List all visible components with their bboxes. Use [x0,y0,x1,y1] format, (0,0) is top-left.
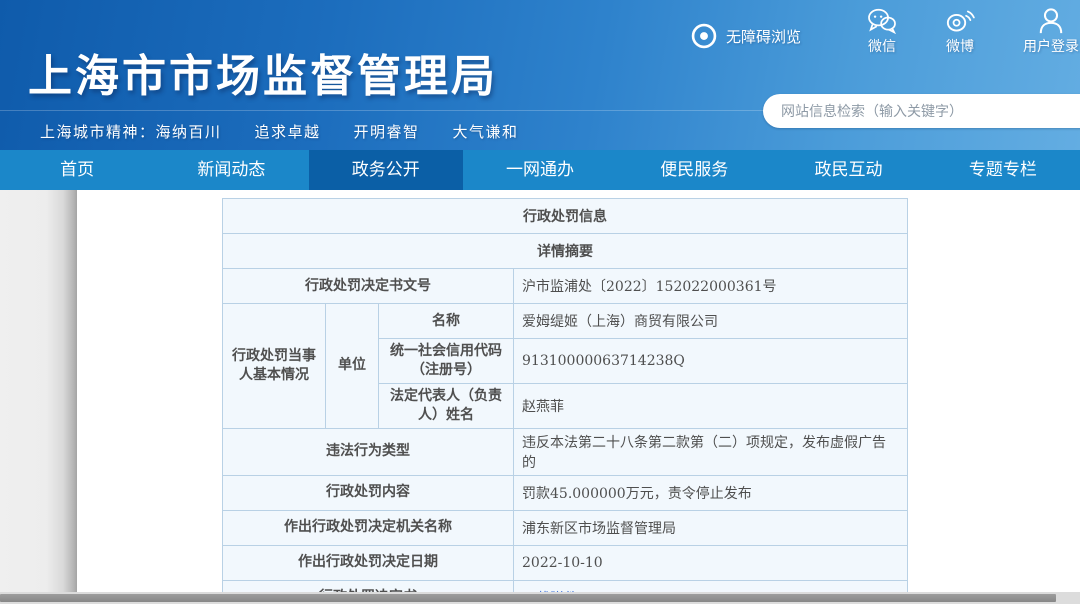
credit-code-label: 统一社会信用代码（注册号） [379,339,514,384]
decision-date-label: 作出行政处罚决定日期 [223,545,514,580]
credit-code-value: 91310000063714238Q [514,339,908,384]
city-spirit-slogan: 上海城市精神：海纳百川 追求卓越 开明睿智 大气谦和 [40,121,519,142]
table-row: 作出行政处罚决定日期 2022-10-10 [223,545,908,580]
slogan-band: 上海城市精神：海纳百川 追求卓越 开明睿智 大气谦和 [0,110,765,150]
party-name-value: 爱姆缇姬（上海）商贸有限公司 [514,304,908,339]
user-login-button[interactable]: 用户登录 [1023,6,1079,56]
utility-bar: 无障碍浏览 微信 [690,6,1080,60]
decision-date-value: 2022-10-10 [514,545,908,580]
nav-item-public-service[interactable]: 便民服务 [617,150,771,190]
violation-type-label: 违法行为类型 [223,428,514,475]
doc-no-value: 沪市监浦处〔2022〕152022000361号 [514,269,908,304]
table-row: 行政处罚当事人基本情况 单位 名称 爱姆缇姬（上海）商贸有限公司 [223,304,908,339]
main-nav: 首页 新闻动态 政务公开 一网通办 便民服务 政民互动 专题专栏 [0,150,1080,190]
site-search [763,94,1080,128]
table-row: 行政处罚决定书文号 沪市监浦处〔2022〕152022000361号 [223,269,908,304]
horizontal-scrollbar[interactable] [0,592,1080,604]
nav-item-gov-disclosure[interactable]: 政务公开 [309,150,463,190]
page: 上海市市场监督管理局 无障碍浏览 [0,0,1080,604]
party-info-label: 行政处罚当事人基本情况 [223,304,326,429]
user-login-label: 用户登录 [1023,36,1079,56]
wechat-label: 微信 [868,36,896,56]
content-area: 行政处罚信息 详情摘要 行政处罚决定书文号 沪市监浦处〔2022〕1520220… [0,190,1080,592]
penalty-content-label: 行政处罚内容 [223,475,514,510]
table-row: 作出行政处罚决定机关名称 浦东新区市场监督管理局 [223,510,908,545]
site-header: 上海市市场监督管理局 无障碍浏览 [0,0,1080,150]
table-row: 行政处罚信息 [223,199,908,234]
wechat-button[interactable]: 微信 [867,6,897,56]
legal-rep-value: 赵燕菲 [514,383,908,428]
penalty-info-table: 行政处罚信息 详情摘要 行政处罚决定书文号 沪市监浦处〔2022〕1520220… [222,198,908,604]
accessibility-button[interactable]: 无障碍浏览 [690,22,801,50]
nav-item-one-stop[interactable]: 一网通办 [463,150,617,190]
party-name-label: 名称 [379,304,514,339]
authority-value: 浦东新区市场监督管理局 [514,510,908,545]
eye-icon [690,22,718,50]
table-row: 违法行为类型 违反本法第二十八条第二款第（二）项规定，发布虚假广告的 [223,428,908,475]
doc-no-label: 行政处罚决定书文号 [223,269,514,304]
table-row: 行政处罚内容 罚款45.000000万元，责令停止发布 [223,475,908,510]
nav-item-interaction[interactable]: 政民互动 [771,150,925,190]
site-title: 上海市市场监督管理局 [28,40,498,104]
nav-item-home[interactable]: 首页 [0,150,154,190]
nav-item-special-topics[interactable]: 专题专栏 [926,150,1080,190]
nav-item-news[interactable]: 新闻动态 [154,150,308,190]
user-icon [1038,6,1064,36]
table-subtitle: 详情摘要 [223,234,908,269]
weibo-icon [945,6,975,36]
legal-rep-label: 法定代表人（负责人）姓名 [379,383,514,428]
accessibility-label: 无障碍浏览 [726,26,801,47]
party-type-label: 单位 [326,304,379,429]
table-row: 详情摘要 [223,234,908,269]
table-title: 行政处罚信息 [223,199,908,234]
search-input[interactable] [781,95,1080,127]
authority-label: 作出行政处罚决定机关名称 [223,510,514,545]
penalty-content-value: 罚款45.000000万元，责令停止发布 [514,475,908,510]
weibo-button[interactable]: 微博 [945,6,975,56]
wechat-icon [867,6,897,36]
weibo-label: 微博 [946,36,974,56]
violation-type-value: 违反本法第二十八条第二款第（二）项规定，发布虚假广告的 [514,428,908,475]
scrollbar-thumb[interactable] [0,594,1056,602]
left-page-margin [0,190,77,592]
